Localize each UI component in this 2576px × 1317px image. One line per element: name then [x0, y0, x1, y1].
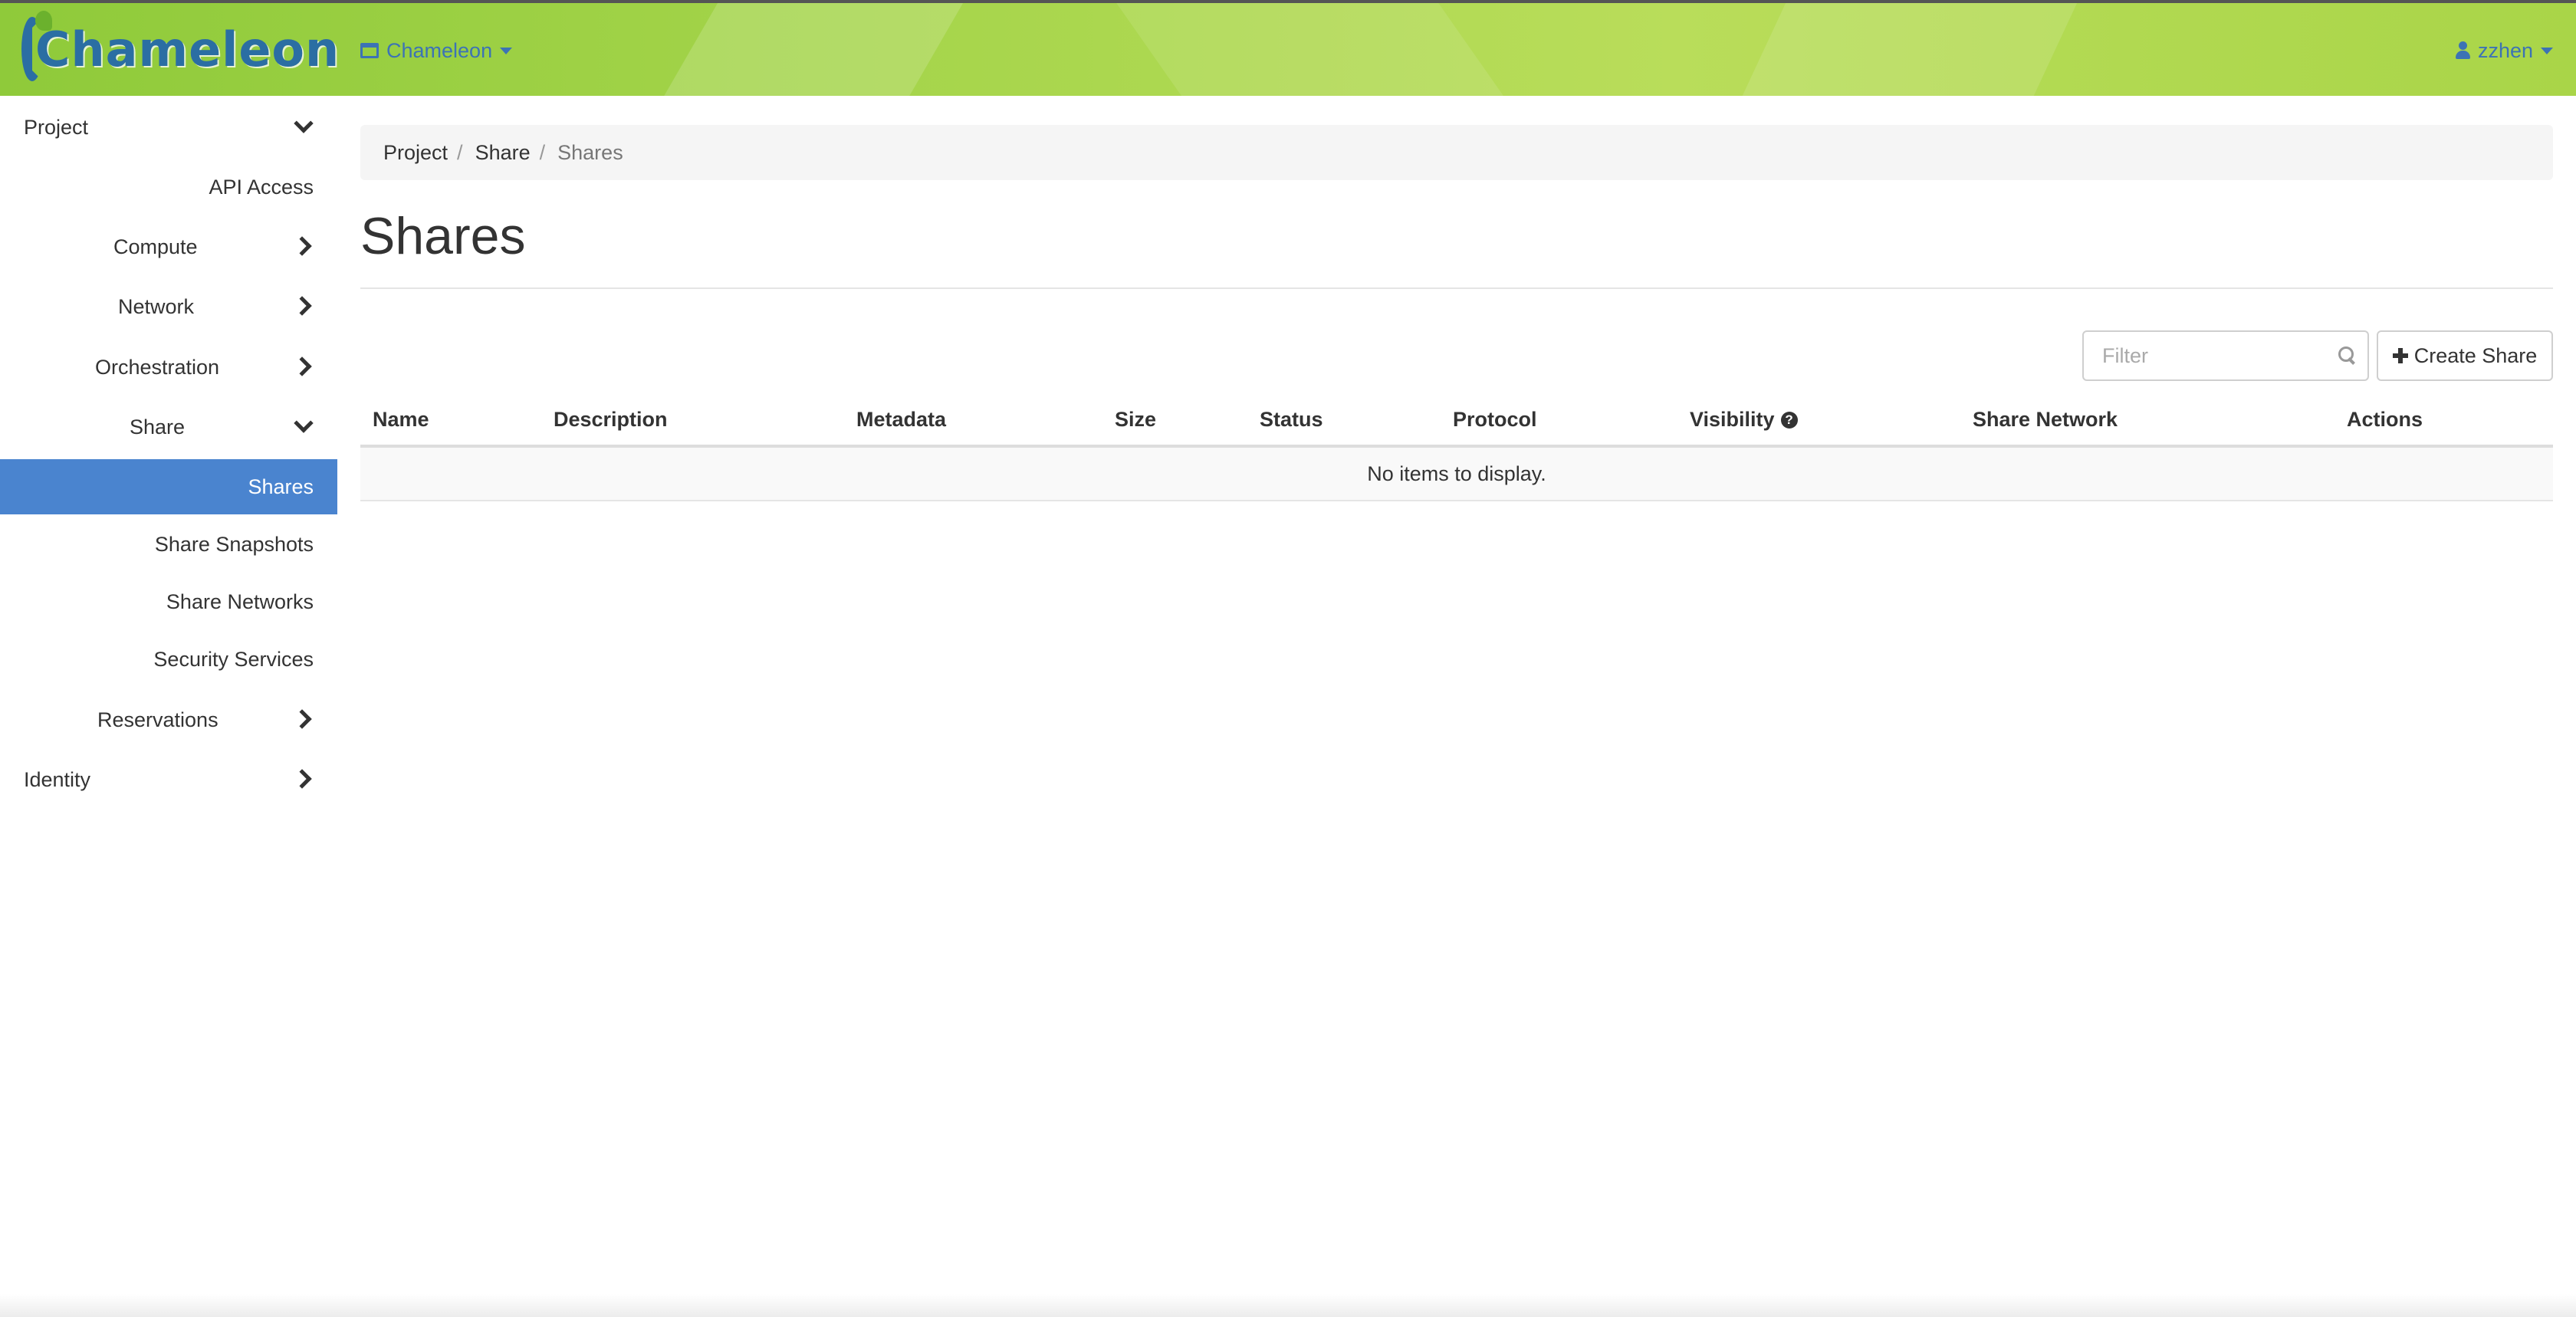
chameleon-logo-icon	[21, 11, 52, 81]
sidebar-item-reservations[interactable]: Reservations	[0, 692, 337, 747]
column-header-status[interactable]: Status	[1260, 408, 1323, 432]
table-header: Name Description Metadata Size Status Pr…	[360, 397, 2553, 448]
chevron-right-icon	[293, 356, 313, 376]
sidebar-item-compute[interactable]: Compute	[0, 219, 337, 274]
chameleon-logo[interactable]: Chameleon	[21, 11, 339, 87]
column-header-name[interactable]: Name	[373, 408, 429, 432]
column-label: Name	[373, 408, 429, 431]
top-navbar: Chameleon Chameleon zzhen	[0, 0, 2576, 96]
empty-message: No items to display.	[1367, 461, 1546, 485]
user-menu[interactable]: zzhen	[2455, 37, 2553, 64]
sidebar-item-label: Network	[118, 294, 195, 318]
sidebar-item-label: Reservations	[97, 708, 219, 731]
chevron-right-icon	[293, 769, 313, 789]
column-header-share-network[interactable]: Share Network	[1973, 408, 2118, 432]
column-header-visibility[interactable]: Visibility ?	[1690, 408, 1798, 432]
column-label: Actions	[2347, 408, 2423, 431]
chevron-right-icon	[293, 296, 313, 316]
chevron-down-icon	[293, 117, 313, 136]
sidebar-item-label: Compute	[113, 235, 198, 258]
sidebar-item-identity[interactable]: Identity	[0, 752, 337, 807]
question-circle-icon[interactable]: ?	[1780, 411, 1798, 429]
filter-input[interactable]	[2084, 332, 2329, 379]
breadcrumb-share[interactable]: Share	[475, 141, 531, 165]
filter-box	[2082, 330, 2369, 381]
sidebar-item-label: Security Services	[153, 647, 314, 671]
sidebar-item-api-access[interactable]: API Access	[0, 159, 337, 215]
calendar-icon	[360, 43, 379, 58]
window-bottom-edge	[0, 1294, 2576, 1317]
chevron-right-icon	[293, 236, 313, 256]
chevron-right-icon	[293, 709, 313, 729]
sidebar-item-share-networks[interactable]: Share Networks	[0, 574, 337, 629]
create-share-label: Create Share	[2413, 343, 2538, 367]
column-label: Protocol	[1453, 408, 1537, 431]
sidebar-item-label: Share	[130, 415, 186, 438]
column-header-size[interactable]: Size	[1115, 408, 1156, 432]
column-header-actions: Actions	[2347, 408, 2423, 432]
sidebar-item-label: Share Snapshots	[154, 532, 314, 556]
sidebar-item-label: Project	[24, 115, 89, 139]
search-icon[interactable]	[2338, 346, 2357, 365]
user-icon	[2455, 41, 2470, 60]
project-switcher[interactable]: Chameleon	[360, 37, 513, 64]
page-title: Shares	[360, 207, 526, 265]
column-label: Visibility	[1690, 408, 1775, 431]
plus-icon	[2392, 348, 2408, 363]
column-header-description[interactable]: Description	[554, 408, 668, 432]
sidebar-item-network[interactable]: Network	[0, 279, 337, 334]
column-label: Size	[1115, 408, 1157, 431]
breadcrumb-current: Shares	[557, 140, 623, 164]
sidebar: Project API Access Compute Network Orche…	[0, 96, 337, 1292]
sidebar-item-label: Shares	[248, 475, 314, 498]
column-label: Status	[1260, 408, 1323, 431]
sidebar-item-label: Orchestration	[95, 355, 220, 379]
chevron-down-icon	[293, 416, 313, 436]
column-label: Description	[554, 408, 668, 431]
user-menu-label: zzhen	[2477, 38, 2533, 62]
create-share-button[interactable]: Create Share	[2377, 330, 2553, 381]
sidebar-item-share[interactable]: Share	[0, 399, 337, 455]
column-header-metadata[interactable]: Metadata	[856, 408, 946, 432]
caret-down-icon	[2541, 47, 2553, 54]
column-header-protocol[interactable]: Protocol	[1453, 408, 1537, 432]
table-empty-row: No items to display.	[360, 448, 2553, 501]
header-decoration	[1740, 3, 2078, 96]
project-switcher-label: Chameleon	[386, 38, 493, 62]
sidebar-item-shares[interactable]: Shares	[0, 459, 337, 514]
breadcrumb: Project / Share / Shares	[360, 125, 2553, 180]
header-decoration	[662, 3, 964, 96]
sidebar-item-orchestration[interactable]: Orchestration	[0, 340, 337, 395]
sidebar-item-label: Share Networks	[166, 590, 314, 613]
sidebar-item-share-snapshots[interactable]: Share Snapshots	[0, 517, 337, 572]
logo-text: Chameleon	[35, 21, 340, 77]
sidebar-item-project[interactable]: Project	[0, 100, 337, 155]
header-decoration	[1116, 3, 1506, 96]
sidebar-item-label: API Access	[209, 175, 314, 199]
breadcrumb-project[interactable]: Project	[383, 141, 448, 165]
breadcrumb-separator: /	[539, 140, 546, 164]
sidebar-item-security-services[interactable]: Security Services	[0, 632, 337, 687]
column-label: Metadata	[856, 408, 947, 431]
breadcrumb-separator: /	[457, 140, 463, 164]
column-label: Share Network	[1973, 408, 2118, 431]
divider	[360, 287, 2553, 289]
sidebar-item-label: Identity	[24, 767, 91, 791]
caret-down-icon	[500, 47, 513, 54]
